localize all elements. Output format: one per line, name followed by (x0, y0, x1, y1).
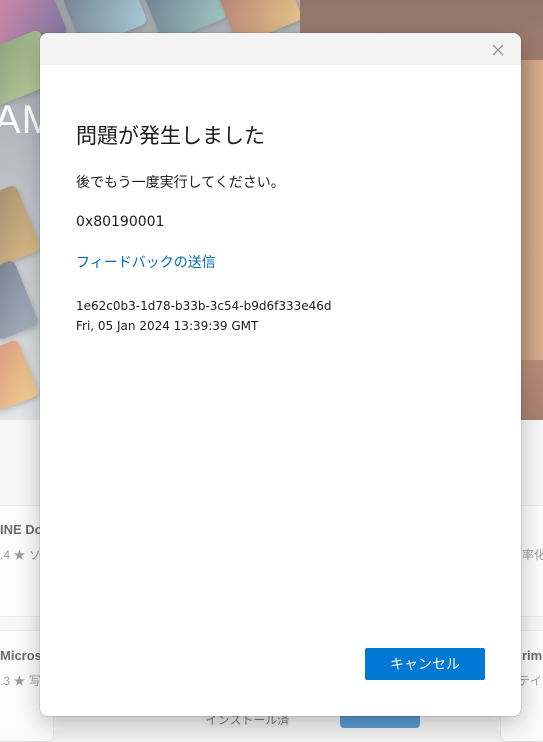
close-icon (492, 44, 504, 56)
error-details: 1e62c0b3-1d78-b33b-3c54-b9d6f333e46d Fri… (76, 296, 491, 336)
close-button[interactable] (487, 39, 509, 61)
send-feedback-link[interactable]: フィードバックの送信 (76, 252, 216, 272)
correlation-id: 1e62c0b3-1d78-b33b-3c54-b9d6f333e46d (76, 299, 332, 313)
dialog-body: 問題が発生しました 後でもう一度実行してください。 0x80190001 フィー… (76, 120, 491, 336)
error-message: 後でもう一度実行してください。 (76, 175, 285, 191)
error-code: 0x80190001 (76, 214, 165, 230)
error-timestamp: Fri, 05 Jan 2024 13:39:39 GMT (76, 319, 259, 333)
cancel-button[interactable]: キャンセル (365, 648, 485, 680)
dialog-titlebar (40, 33, 521, 65)
dialog-title: 問題が発生しました (76, 124, 265, 148)
error-dialog: 問題が発生しました 後でもう一度実行してください。 0x80190001 フィー… (40, 33, 521, 716)
